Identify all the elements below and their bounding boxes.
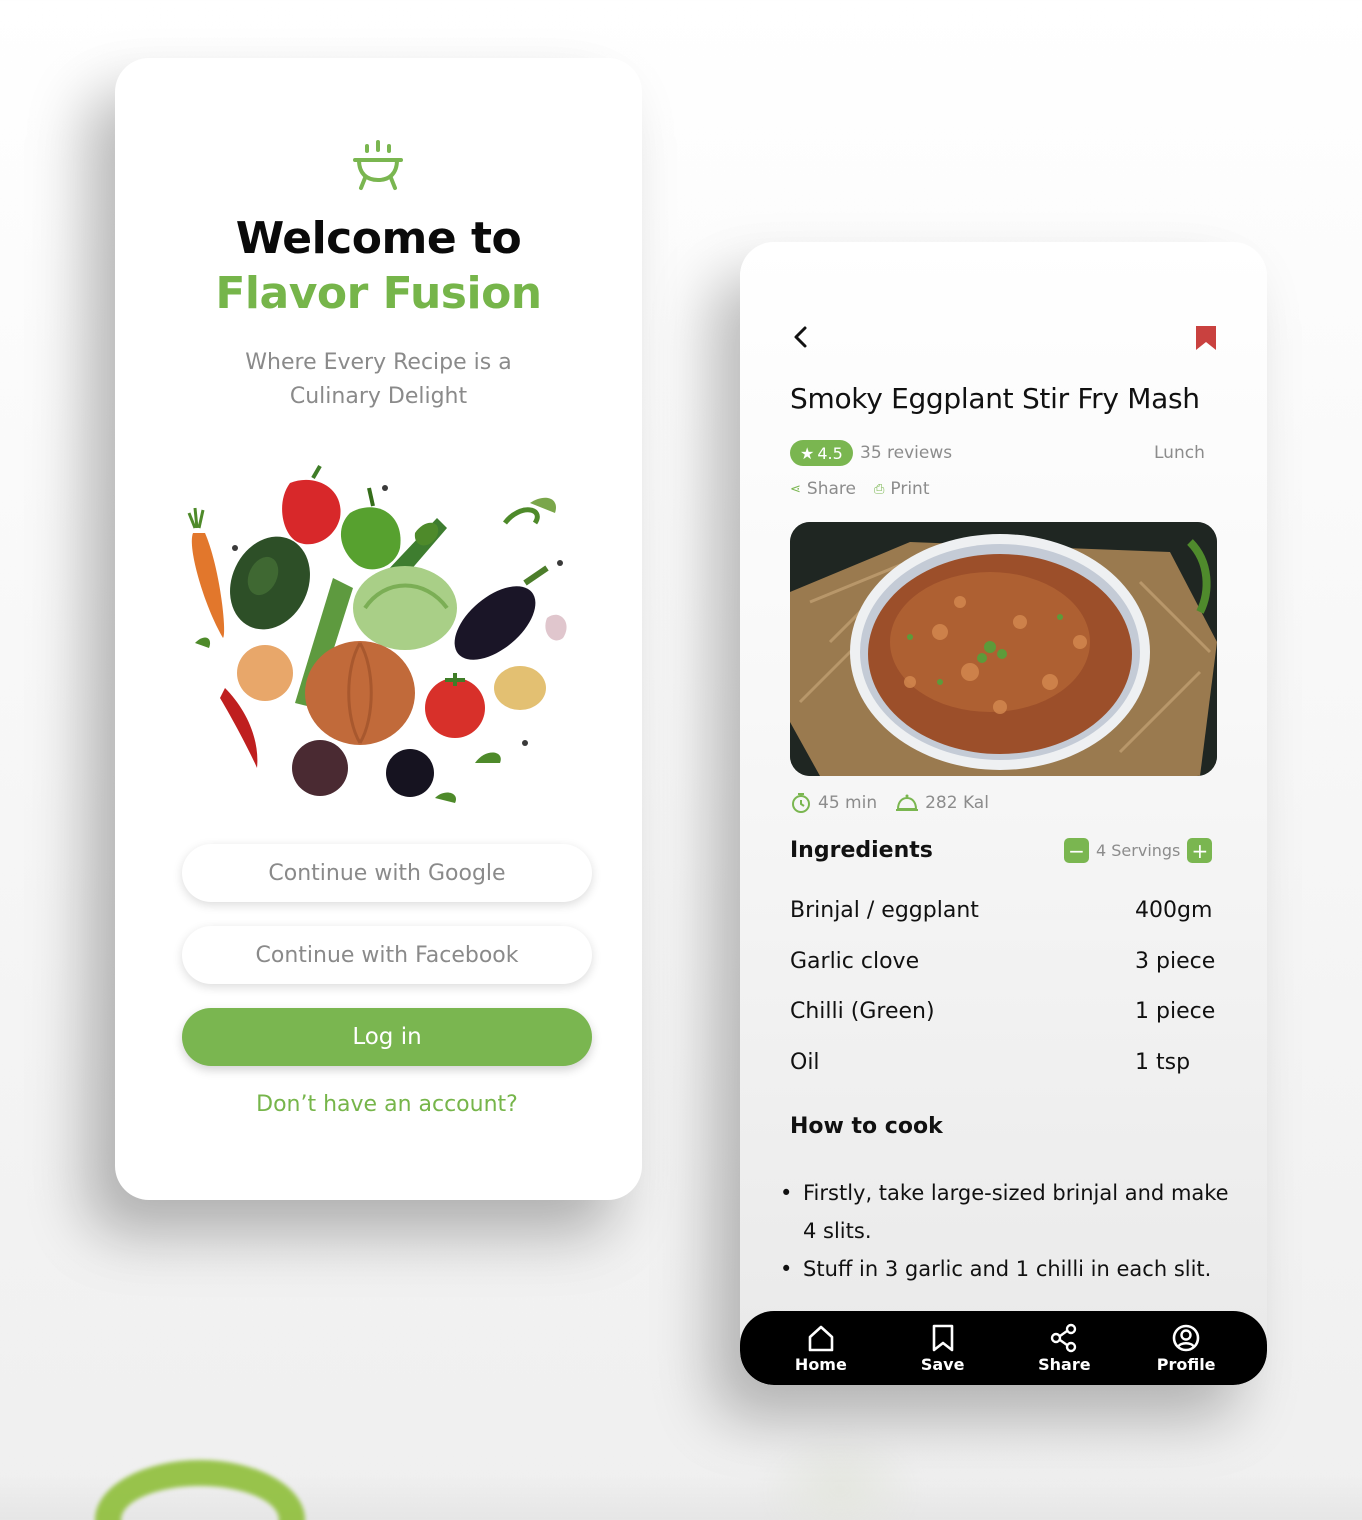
- meta-row: 45 min 282 Kal: [790, 792, 989, 814]
- print-label: Print: [890, 479, 930, 499]
- share-nav-icon: [1051, 1323, 1077, 1352]
- vegetables-illustration: [187, 464, 567, 803]
- calorie-info: 282 Kal: [895, 792, 989, 814]
- rating-badge: ★ 4.5: [790, 440, 853, 466]
- profile-icon: [1172, 1324, 1200, 1351]
- star-icon: ★: [800, 443, 815, 463]
- share-print-row: ⋖ Share ⎙ Print: [790, 479, 929, 499]
- print-link[interactable]: ⎙ Print: [874, 479, 930, 499]
- calorie-value: 282 Kal: [925, 793, 989, 813]
- nav-profile[interactable]: Profile: [1141, 1323, 1231, 1374]
- time-value: 45 min: [818, 793, 878, 813]
- dish-photo: [790, 522, 1217, 776]
- background-blur: [760, 1430, 920, 1520]
- nav-profile-label: Profile: [1156, 1354, 1216, 1374]
- continue-google-button[interactable]: Continue with Google: [182, 844, 592, 902]
- share-link[interactable]: ⋖ Share: [790, 479, 856, 499]
- reviews-count[interactable]: 35 reviews: [860, 443, 952, 463]
- plus-icon[interactable]: +: [1187, 838, 1213, 863]
- ingredient-qty: 400gm: [1135, 898, 1213, 923]
- tagline: Where Every Recipe is a Culinary Delight: [245, 350, 512, 409]
- ingredient-qty: 1 tsp: [1135, 1050, 1191, 1075]
- signup-link[interactable]: Don’t have an account?: [115, 1092, 659, 1117]
- nav-home-label: Home: [794, 1354, 847, 1374]
- ingredient-qty: 1 piece: [1135, 999, 1216, 1024]
- step-item: Stuff in 3 garlic and 1 chilli in each s…: [780, 1250, 1240, 1288]
- ingredient-row: Oil 1 tsp: [790, 1050, 1216, 1090]
- ingredient-qty: 3 piece: [1135, 949, 1216, 974]
- pot-icon: [353, 140, 403, 190]
- ingredient-row: Garlic clove 3 piece: [790, 949, 1216, 989]
- ingredient-name: Brinjal / eggplant: [790, 898, 979, 923]
- welcome-screen: Welcome to Flavor Fusion Where Every Rec…: [115, 58, 642, 1200]
- share-label: Share: [806, 479, 856, 499]
- howto-heading: How to cook: [790, 1114, 943, 1139]
- recipe-screen: Smoky Eggplant Stir Fry Mash ★ 4.5 35 re…: [740, 242, 1267, 1385]
- ingredients-heading: Ingredients: [790, 838, 933, 863]
- category-label: Lunch: [1154, 443, 1205, 463]
- time-info: 45 min: [790, 792, 877, 814]
- ingredient-row: Chilli (Green) 1 piece: [790, 999, 1216, 1039]
- ingredient-row: Brinjal / eggplant 400gm: [790, 898, 1216, 938]
- home-icon: [808, 1325, 834, 1351]
- rating-value: 4.5: [817, 443, 843, 463]
- welcome-title: Welcome to: [235, 213, 522, 264]
- nav-share-label: Share: [1038, 1354, 1091, 1374]
- recipe-title: Smoky Eggplant Stir Fry Mash: [790, 382, 1200, 415]
- ingredient-name: Chilli (Green): [790, 999, 935, 1024]
- print-icon: ⎙: [873, 481, 885, 497]
- steps-list: Firstly, take large-sized brinjal and ma…: [780, 1174, 1240, 1288]
- bottom-nav: Home Save Share Profile: [740, 1311, 1267, 1385]
- nav-home[interactable]: Home: [776, 1323, 866, 1374]
- save-icon: [932, 1324, 953, 1351]
- share-icon: ⋖: [790, 481, 801, 497]
- nav-save-label: Save: [920, 1354, 965, 1374]
- servings-stepper: − 4 Servings +: [1064, 838, 1213, 863]
- continue-facebook-button[interactable]: Continue with Facebook: [182, 926, 592, 984]
- ingredient-name: Oil: [790, 1050, 820, 1075]
- servings-value: 4 Servings: [1096, 841, 1181, 860]
- nav-save[interactable]: Save: [898, 1323, 988, 1374]
- minus-icon[interactable]: −: [1064, 838, 1089, 863]
- login-button[interactable]: Log in: [182, 1008, 592, 1066]
- nav-share[interactable]: Share: [1019, 1323, 1109, 1374]
- background-pepper-ring: [95, 1460, 305, 1520]
- back-icon[interactable]: [790, 324, 812, 350]
- timer-icon: [792, 793, 810, 813]
- bookmark-icon[interactable]: [1194, 324, 1218, 352]
- dish-icon: [896, 794, 919, 811]
- brand-title: Flavor Fusion: [215, 268, 542, 319]
- step-item: Firstly, take large-sized brinjal and ma…: [780, 1174, 1240, 1250]
- ingredient-name: Garlic clove: [790, 949, 920, 974]
